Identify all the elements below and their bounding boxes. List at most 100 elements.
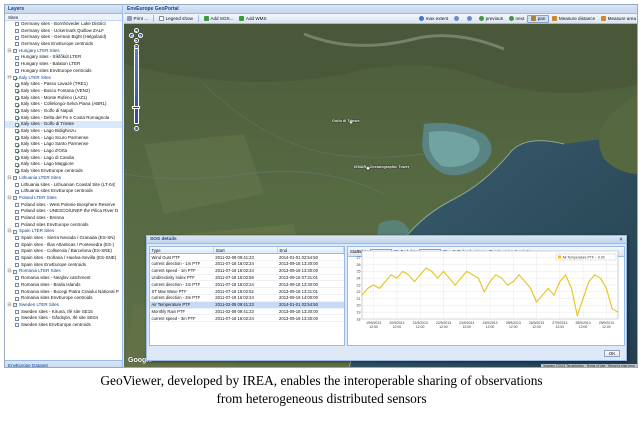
checkbox-icon[interactable] (13, 49, 17, 54)
layer-item[interactable]: Spain sites - Collserola / Barcelona (ES… (5, 248, 122, 255)
pan-up-button[interactable]: ▴ (133, 28, 139, 33)
layer-item[interactable]: Italy sites - Lago Maggiore (5, 161, 122, 168)
layer-item[interactable]: Italy sites - Golfo di Trieste (5, 121, 122, 128)
layer-item[interactable]: Spain sites - Sierra Nevada / Granada (E… (5, 235, 122, 242)
checked-checkbox-icon[interactable] (15, 82, 20, 88)
layer-item[interactable]: Romania sites - Braila Islands (5, 282, 122, 289)
layer-item[interactable]: Germany sites - German Bight (Helgoland) (5, 34, 122, 41)
column-header-start[interactable]: Start (213, 247, 279, 255)
layer-item[interactable]: Poland sites EnvEurope centroids (5, 222, 122, 229)
checkbox-icon[interactable] (15, 22, 19, 27)
layer-group[interactable]: ⊟ Spain LTER Sites (5, 228, 122, 235)
layer-item[interactable]: Italy sites - Lago Scuro Parmense (5, 135, 122, 142)
checkbox-icon[interactable] (15, 55, 19, 60)
checked-checkbox-icon[interactable] (15, 89, 20, 94)
table-row[interactable]: current direction - 1m PTF 2011-07-18 16:… (150, 260, 344, 268)
layer-item[interactable]: Italy sites EnvEurope centroids (5, 168, 122, 175)
checkbox-icon[interactable] (15, 189, 19, 194)
checkbox-icon[interactable] (15, 283, 19, 288)
table-row[interactable]: current direction - 1m PTF 2011-07-18 16:… (150, 280, 344, 289)
collapse-icon[interactable]: ⊟ (7, 175, 12, 181)
layer-group[interactable]: ⊟ Romania LTER Sites (5, 268, 122, 275)
layer-group[interactable]: ⊟ Hungary LTER Sites (5, 48, 122, 55)
layer-item[interactable]: Italy sites - Golfo di Napoli (5, 108, 122, 115)
checked-checkbox-icon[interactable] (15, 95, 20, 101)
previous-button[interactable]: previous (476, 15, 506, 23)
pan-left-button[interactable]: ◂ (129, 33, 134, 38)
checkbox-icon[interactable] (15, 309, 19, 314)
layer-item[interactable]: Italy sites - Collelongo-Selva Piana (AB… (5, 101, 122, 108)
dataset-footer[interactable]: EnvEurope Dataset (5, 360, 122, 367)
satellite-map[interactable]: Golfo di Trieste ISMAR - Oceanographic T… (124, 24, 637, 367)
column-header-end[interactable]: End (277, 247, 344, 255)
add-wms-button[interactable]: Add WMS (236, 15, 269, 23)
checked-checkbox-icon[interactable] (15, 162, 20, 168)
checkbox-icon[interactable] (15, 263, 19, 268)
layer-item[interactable]: Sweden sites - Kiruna, Ifé site SE15 (5, 309, 122, 316)
checkbox-icon[interactable] (15, 296, 19, 301)
checkbox-icon[interactable] (13, 303, 17, 308)
checked-checkbox-icon[interactable] (15, 142, 20, 148)
collapse-icon[interactable]: ⊟ (7, 269, 12, 274)
column-header-type[interactable]: Type (150, 247, 215, 255)
layer-item[interactable]: Romania sites EnvEurope centroids (5, 295, 122, 302)
checked-checkbox-icon[interactable] (15, 122, 20, 128)
collapse-icon[interactable]: ⊟ (7, 195, 12, 201)
table-row[interactable]: current speed - 3m PTF 2011-07-18 16:02:2… (150, 314, 344, 323)
layer-group[interactable]: ⊟ Poland LTER Sites (5, 195, 122, 202)
site-label-b[interactable]: ISMAR - Oceanographic Tower (354, 165, 409, 169)
layer-item[interactable]: Italy sites - Lago Bidighinzu (5, 128, 122, 135)
layer-item[interactable]: Italy sites - Lago di Candia (5, 155, 122, 162)
measure-distance-button[interactable]: Measure distance (549, 15, 598, 23)
layer-item[interactable]: Poland sites - Brenna (5, 215, 122, 222)
layer-item[interactable]: Germany sites - Uckermark Quillow ZALF (5, 28, 122, 35)
checkbox-icon[interactable] (15, 29, 19, 34)
checkbox-icon[interactable] (15, 276, 19, 281)
legend-toggle[interactable]: Legend show (156, 15, 196, 23)
layer-group[interactable]: ⊟ Sweden LTER Sites (5, 302, 122, 309)
checkbox-icon[interactable] (15, 236, 19, 241)
checked-checkbox-icon[interactable] (15, 149, 20, 155)
zoom-out-button[interactable]: − (133, 126, 139, 131)
checkbox-icon[interactable] (15, 249, 19, 254)
layer-item[interactable]: Lithuania sites EnvEurope centroids (5, 188, 122, 195)
measure-area-button[interactable]: Measure area (598, 15, 637, 23)
print-button[interactable]: Print ... (124, 15, 151, 23)
table-row[interactable]: current direction - 3m PTF 2011-07-18 16:… (150, 294, 344, 302)
layer-item[interactable]: Sweden sites - Gårdsjön, Ifé site SE04 (5, 315, 122, 322)
checkbox-icon[interactable] (13, 269, 17, 274)
pan-down-button[interactable]: ▾ (133, 38, 139, 43)
layer-item[interactable]: Italy sites - Passo Lavazè (TRE1) (5, 81, 122, 88)
layer-item[interactable]: Italy sites - Lago Santo Parmense (5, 141, 122, 148)
layer-item[interactable]: Romania sites - Bucegi Piatra Craiului N… (5, 289, 122, 296)
layer-item[interactable]: Germany sites EnvEurope centroids (5, 41, 122, 48)
table-row[interactable]: ST Max Wave PTF 2011-07-18 16:02:52 2013-0… (150, 287, 344, 296)
sos-window-header[interactable]: SOS details × (147, 236, 626, 244)
layer-item[interactable]: Spain sites - Doñana / Huelva-Sevilla (E… (5, 255, 122, 262)
checkbox-icon[interactable] (15, 289, 19, 294)
layer-item[interactable]: Hungary sites EnvEurope centroids (5, 68, 122, 75)
checkbox-icon[interactable] (15, 209, 19, 214)
table-row[interactable]: current speed - 1m PTF 2011-07-18 16:02:2… (150, 267, 344, 275)
layer-item[interactable]: Italy sites - Lago d'Orta (5, 148, 122, 155)
checkbox-icon[interactable] (15, 256, 19, 261)
layer-item[interactable]: Spain sites EnvEurope centroids (5, 262, 122, 269)
sites-root[interactable]: Sites (5, 14, 122, 21)
next-button[interactable]: next (506, 15, 527, 23)
zoom-slider-handle[interactable] (132, 106, 140, 109)
collapse-icon[interactable]: ⊟ (7, 229, 12, 234)
table-row[interactable]: Undirectivity Index PTF 2011-07-18 16:02:… (150, 274, 344, 282)
checkbox-icon[interactable] (15, 216, 19, 221)
checkbox-icon[interactable] (15, 323, 19, 328)
layer-item[interactable]: Poland sites - UNESCO/UNEP the Pilica Ri… (5, 208, 122, 215)
checked-checkbox-icon[interactable] (15, 102, 20, 108)
layer-item[interactable]: Italy sites - Bosco Fontana (VEN2) (5, 88, 122, 95)
layer-group[interactable]: ⊟ Lithuania LTER Sites (5, 175, 122, 182)
checkbox-icon[interactable] (15, 35, 19, 40)
collapse-icon[interactable]: ⊟ (7, 48, 12, 54)
checked-checkbox-icon[interactable] (13, 75, 18, 81)
table-row[interactable]: Wind Gust PTF 2011-02-09 09:41:23 2014-01-… (150, 253, 344, 262)
layer-item[interactable]: Germany sites - Bornhöveder Lake Distric… (5, 21, 122, 28)
checkbox-icon[interactable] (15, 69, 19, 74)
checked-checkbox-icon[interactable] (15, 156, 20, 161)
